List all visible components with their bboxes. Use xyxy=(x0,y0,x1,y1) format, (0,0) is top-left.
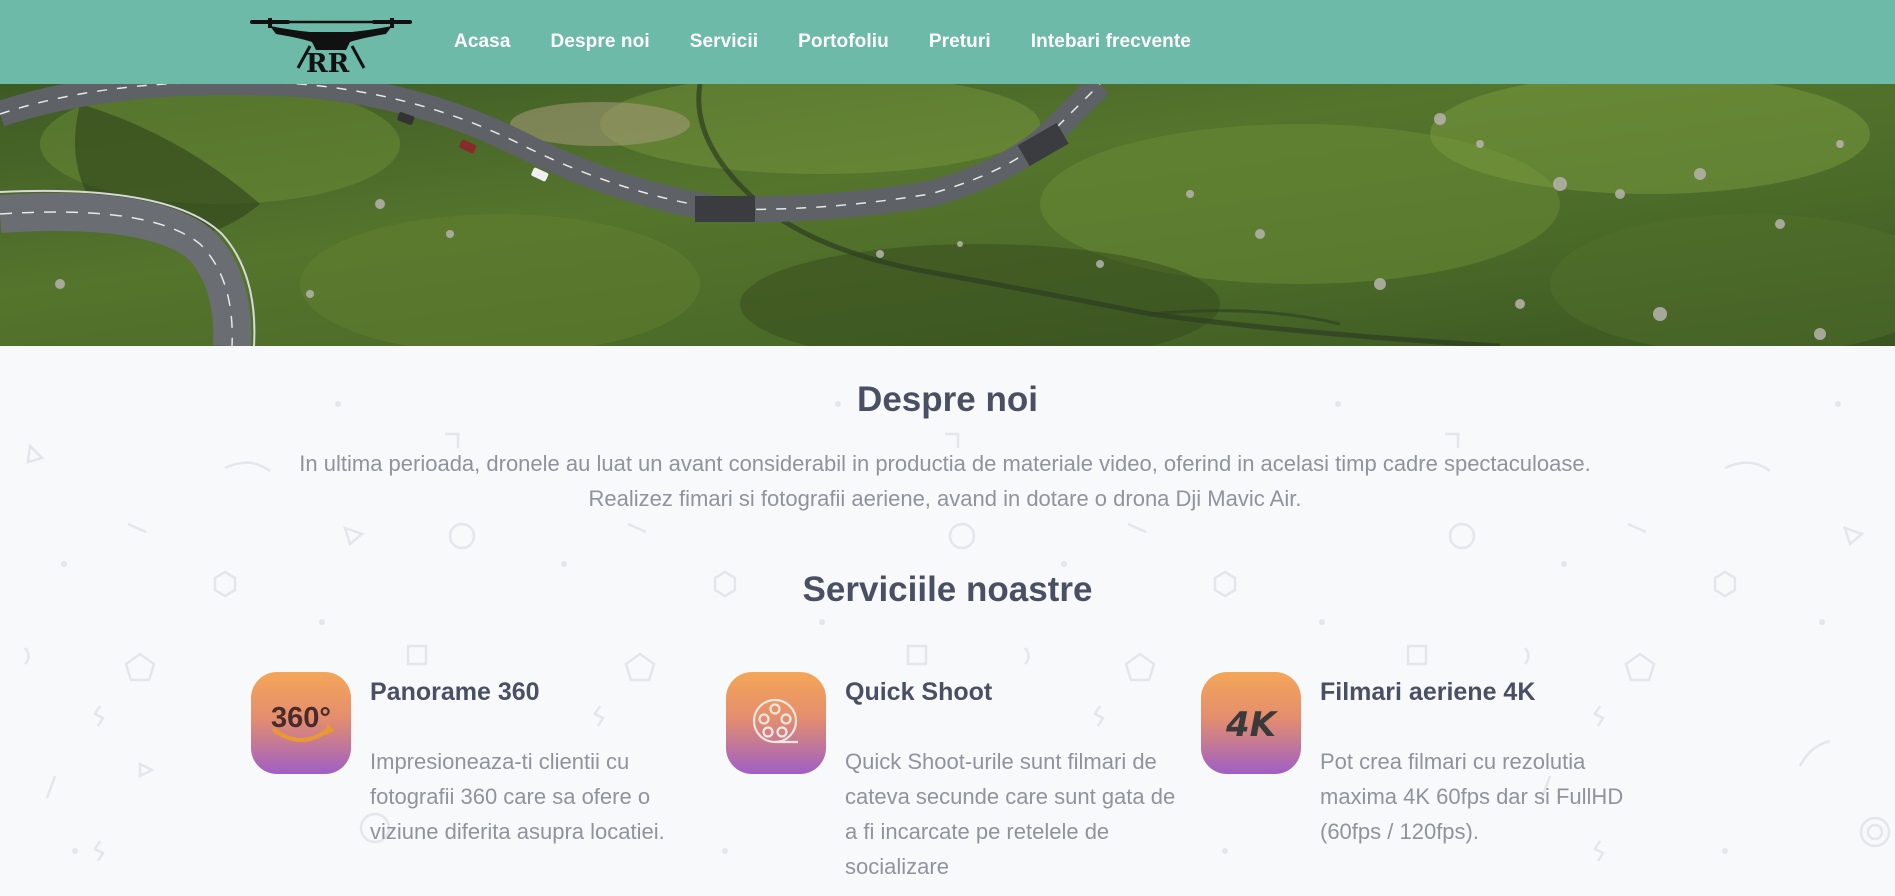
aerial-mountain-road-photo xyxy=(0,84,1895,346)
film-reel-icon xyxy=(726,672,826,774)
about-title: Despre noi xyxy=(857,380,1038,419)
nav-item-servicii[interactable]: Servicii xyxy=(690,31,758,53)
service-card-filmari-4k: 4K Filmari aeriene 4K Pot crea filmari c… xyxy=(1201,672,1661,892)
360-panorama-icon: 360° xyxy=(251,672,351,774)
service-card-panorame-360: 360° Panorame 360 Impresioneaza-ti clien… xyxy=(251,672,711,892)
nav-item-portofoliu[interactable]: Portofoliu xyxy=(798,31,889,53)
service-title: Quick Shoot xyxy=(845,678,993,706)
service-card-quick-shoot: Quick Shoot Quick Shoot-urile sunt filma… xyxy=(726,672,1186,892)
svg-text:RR: RR xyxy=(306,49,350,76)
hero-banner xyxy=(0,84,1895,346)
service-title: Panorame 360 xyxy=(370,678,540,706)
service-title: Filmari aeriene 4K xyxy=(1320,678,1536,706)
services-title: Serviciile noastre xyxy=(802,570,1093,609)
service-description: Impresioneaza-ti clientii cu fotografii … xyxy=(370,749,665,844)
drone-logo[interactable]: RR xyxy=(250,12,412,79)
nav-item-acasa[interactable]: Acasa xyxy=(454,31,511,53)
nav-menu: Acasa Despre noi Servicii Portofoliu Pre… xyxy=(454,0,1231,84)
about-text: In ultima perioada, dronele au luat un a… xyxy=(299,451,1591,511)
navbar: RR Acasa Despre noi Servicii Portofoliu … xyxy=(0,0,1895,84)
nav-item-preturi[interactable]: Preturi xyxy=(929,31,991,53)
nav-item-despre-noi[interactable]: Despre noi xyxy=(551,31,650,53)
4k-icon: 4K xyxy=(1201,672,1301,774)
service-description: Quick Shoot-urile sunt filmari de cateva… xyxy=(845,749,1176,879)
service-description: Pot crea filmari cu rezolutia maxima 4K … xyxy=(1320,749,1624,844)
nav-item-intrebari-frecvente[interactable]: Intebari frecvente xyxy=(1031,31,1191,53)
360-icon-text: 360° xyxy=(271,702,331,734)
4k-icon-text: 4K xyxy=(1225,705,1279,745)
